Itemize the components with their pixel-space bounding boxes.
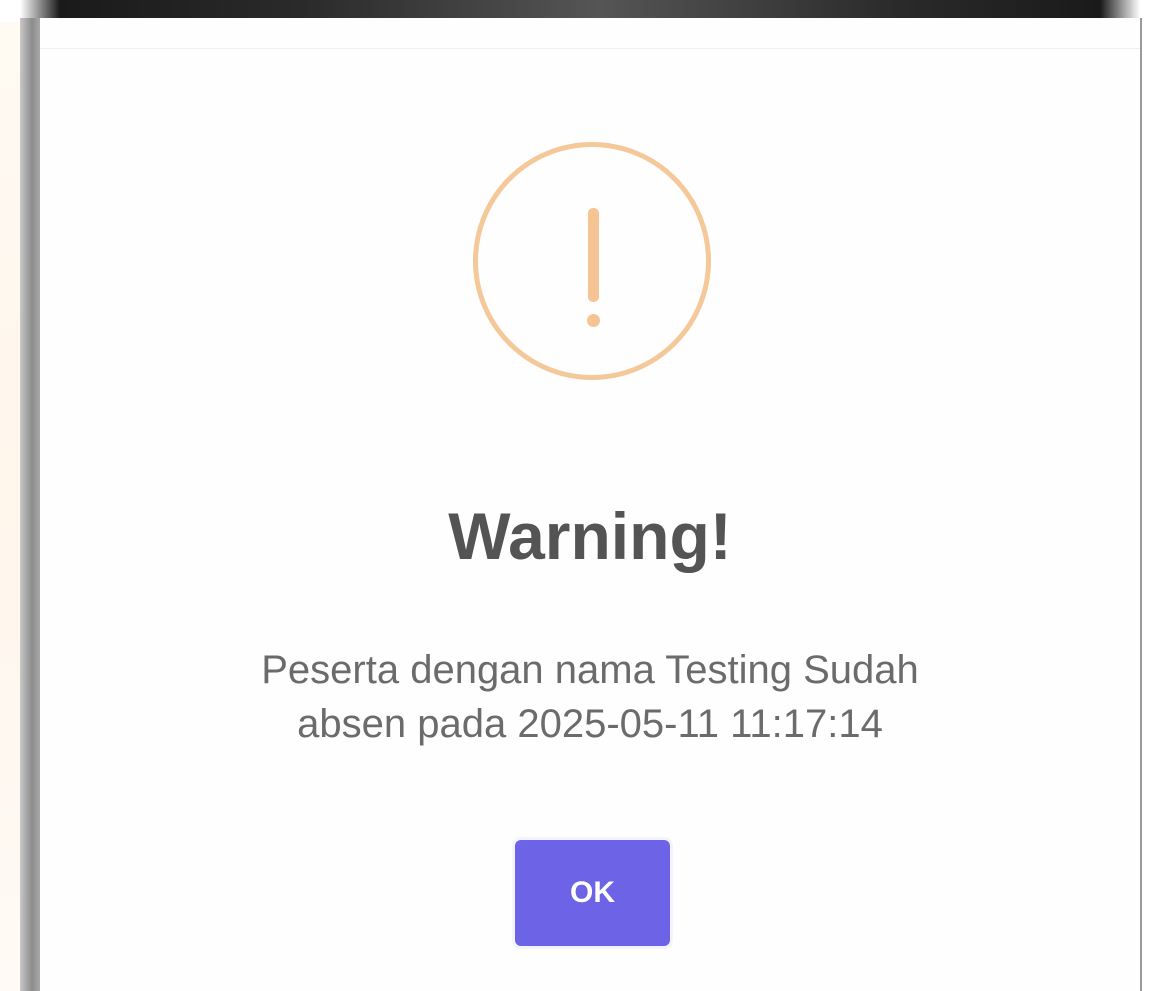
background-edge xyxy=(0,0,20,991)
divider xyxy=(40,48,1140,49)
warning-icon-dot xyxy=(587,314,600,327)
modal-frame-left xyxy=(20,18,40,991)
dialog-title: Warning! xyxy=(448,499,732,573)
ok-button[interactable]: OK xyxy=(515,840,670,946)
dialog-message-line-2: absen pada 2025-05-11 11:17:14 xyxy=(297,702,883,746)
dialog-message: Peserta dengan nama Testing Sudah absen … xyxy=(140,643,1040,751)
modal-frame-right xyxy=(1140,18,1152,991)
warning-icon-bar xyxy=(588,208,599,302)
screen: Warning! Peserta dengan nama Testing Sud… xyxy=(0,0,1152,991)
alert-dialog: Warning! Peserta dengan nama Testing Sud… xyxy=(40,18,1140,991)
dialog-message-line-1: Peserta dengan nama Testing Sudah xyxy=(261,648,919,692)
